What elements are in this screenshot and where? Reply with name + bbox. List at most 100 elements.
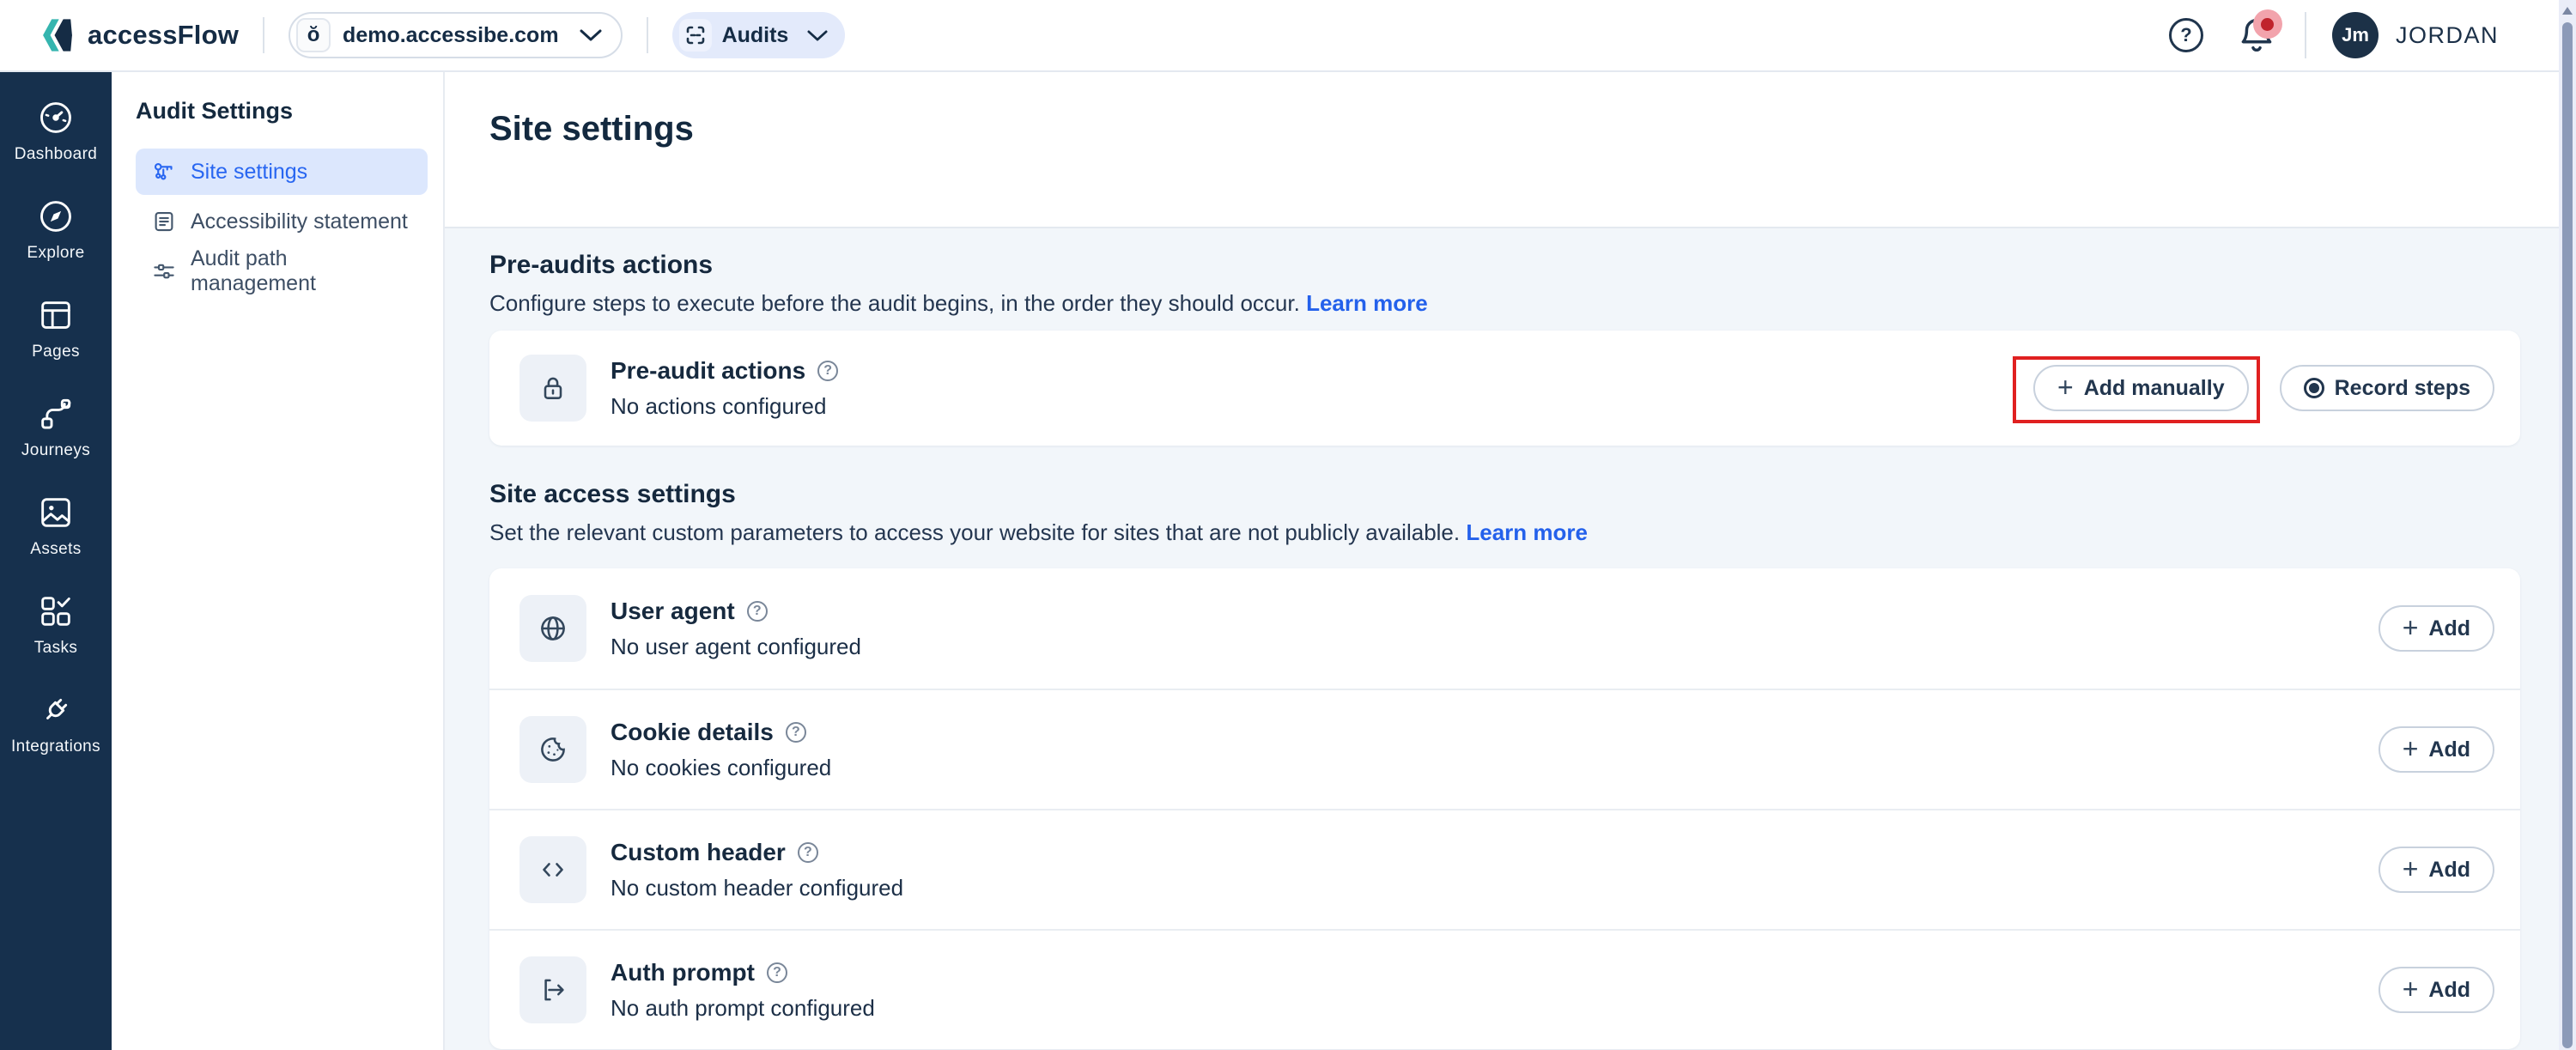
audits-scan-icon — [679, 19, 712, 52]
sidebar-item-tasks[interactable]: Tasks — [0, 592, 112, 658]
row-actions: + Add manually Record steps — [2033, 365, 2494, 411]
row-text: Custom header ? No custom header configu… — [611, 839, 903, 901]
route-icon — [36, 394, 76, 434]
add-custom-header-button[interactable]: + Add — [2379, 847, 2494, 893]
image-icon — [36, 493, 76, 532]
site-favicon: ŏ — [296, 18, 331, 52]
help-tooltip-icon[interactable]: ? — [798, 842, 818, 863]
topbar-actions: ? Jm JORDAN — [2169, 12, 2499, 58]
help-tooltip-icon[interactable]: ? — [786, 722, 806, 743]
sidebar-item-explore[interactable]: Explore — [0, 197, 112, 263]
main-content: Site settings Pre-audits actions Configu… — [445, 72, 2559, 1050]
row-title: User agent — [611, 598, 735, 625]
nav-item-accessibility-statement[interactable]: Accessibility statement — [136, 198, 428, 245]
add-user-agent-button[interactable]: + Add — [2379, 605, 2494, 652]
sidebar-item-pages[interactable]: Pages — [0, 295, 112, 361]
topbar-divider — [2305, 12, 2306, 58]
page-title-band: Site settings — [445, 72, 2559, 228]
compass-icon — [36, 197, 76, 236]
plug-icon — [36, 690, 76, 730]
row-subtitle: No actions configured — [611, 393, 838, 420]
user-menu[interactable]: Jm JORDAN — [2332, 12, 2499, 58]
sidebar-label: Explore — [27, 244, 84, 263]
pre-audit-actions-card: Pre-audit actions ? No actions configure… — [489, 331, 2520, 446]
key-circuit-icon — [151, 159, 177, 185]
icon-tile — [519, 595, 586, 662]
site-selector-dropdown[interactable]: ŏ demo.accessibe.com — [289, 12, 623, 58]
row-text: User agent ? No user agent configured — [611, 598, 861, 660]
sidebar-item-integrations[interactable]: Integrations — [0, 690, 112, 756]
primary-sidebar: Dashboard Explore Pages Journeys — [0, 72, 112, 1050]
page-title: Site settings — [489, 110, 2559, 149]
lock-icon — [538, 373, 568, 404]
chevron-down-icon — [580, 28, 602, 42]
row-text: Pre-audit actions ? No actions configure… — [611, 357, 838, 420]
nav-item-label: Audit path management — [191, 246, 412, 296]
button-label: Add — [2428, 978, 2470, 1003]
sidebar-item-assets[interactable]: Assets — [0, 493, 112, 559]
section-description: Configure steps to execute before the au… — [489, 290, 2520, 317]
help-button[interactable]: ? — [2169, 18, 2203, 52]
section-description-text: Set the relevant custom parameters to ac… — [489, 519, 1460, 545]
row-title: Cookie details — [611, 719, 774, 746]
row-subtitle: No custom header configured — [611, 875, 903, 901]
nav-item-audit-path-management[interactable]: Audit path management — [136, 248, 428, 294]
sidebar-item-dashboard[interactable]: Dashboard — [0, 98, 112, 164]
help-tooltip-icon[interactable]: ? — [747, 601, 768, 622]
site-access-settings-card: User agent ? No user agent configured + … — [489, 568, 2520, 1049]
scrollbar-thumb[interactable] — [2562, 22, 2573, 1048]
row-subtitle: No cookies configured — [611, 755, 831, 781]
app-root: accessFlow ŏ demo.accessibe.com Audits — [0, 0, 2576, 1050]
help-tooltip-icon[interactable]: ? — [817, 361, 838, 381]
sidebar-label: Integrations — [11, 737, 100, 756]
row-title: Pre-audit actions — [611, 357, 805, 385]
chevron-down-icon — [807, 29, 828, 42]
row-text: Cookie details ? No cookies configured — [611, 719, 831, 781]
button-label: Record steps — [2335, 376, 2470, 401]
icon-tile — [519, 716, 586, 783]
section-description-text: Configure steps to execute before the au… — [489, 290, 1300, 316]
notifications-button[interactable] — [2238, 15, 2275, 56]
product-selector-dropdown[interactable]: Audits — [672, 12, 846, 58]
learn-more-link[interactable]: Learn more — [1306, 290, 1428, 316]
plus-icon: + — [2057, 373, 2074, 401]
settings-nav: Audit Settings Site settings Accessibili… — [112, 72, 445, 1050]
help-tooltip-icon[interactable]: ? — [767, 962, 787, 983]
login-arrow-icon — [538, 974, 568, 1005]
plus-icon: + — [2403, 855, 2419, 883]
cookie-details-row: Cookie details ? No cookies configured +… — [489, 689, 2520, 809]
row-actions: + Add — [2379, 605, 2494, 652]
icon-tile — [519, 836, 586, 903]
user-name: JORDAN — [2396, 22, 2499, 49]
topbar-divider — [263, 17, 264, 53]
sidebar-label: Pages — [32, 343, 80, 361]
nav-item-site-settings[interactable]: Site settings — [136, 149, 428, 195]
brand-name: accessFlow — [88, 20, 239, 51]
add-auth-prompt-button[interactable]: + Add — [2379, 967, 2494, 1013]
settings-content: Pre-audits actions Configure steps to ex… — [445, 228, 2559, 1049]
document-icon — [151, 209, 177, 234]
add-cookie-button[interactable]: + Add — [2379, 726, 2494, 773]
user-agent-row: User agent ? No user agent configured + … — [489, 568, 2520, 689]
icon-tile — [519, 956, 586, 1023]
nav-item-label: Site settings — [191, 160, 307, 185]
record-steps-button[interactable]: Record steps — [2280, 365, 2494, 411]
learn-more-link[interactable]: Learn more — [1466, 519, 1588, 545]
scrollbar-up-arrow[interactable] — [2562, 7, 2573, 15]
cookie-icon — [538, 734, 568, 765]
product-selector-value: Audits — [722, 23, 789, 48]
row-actions: + Add — [2379, 726, 2494, 773]
row-actions: + Add — [2379, 847, 2494, 893]
brand-logo[interactable]: accessFlow — [39, 16, 239, 54]
nav-item-label: Accessibility statement — [191, 209, 408, 234]
add-manually-button[interactable]: + Add manually — [2033, 365, 2249, 411]
button-label: Add manually — [2084, 376, 2225, 401]
site-selector-value: demo.accessibe.com — [343, 23, 559, 48]
sidebar-item-journeys[interactable]: Journeys — [0, 394, 112, 460]
scrollbar — [2559, 0, 2576, 1050]
section-description: Set the relevant custom parameters to ac… — [489, 519, 2520, 546]
section-heading-site-access: Site access settings — [489, 480, 2520, 509]
plus-icon: + — [2403, 735, 2419, 762]
sidebar-label: Assets — [30, 540, 81, 559]
row-title: Auth prompt — [611, 959, 755, 986]
